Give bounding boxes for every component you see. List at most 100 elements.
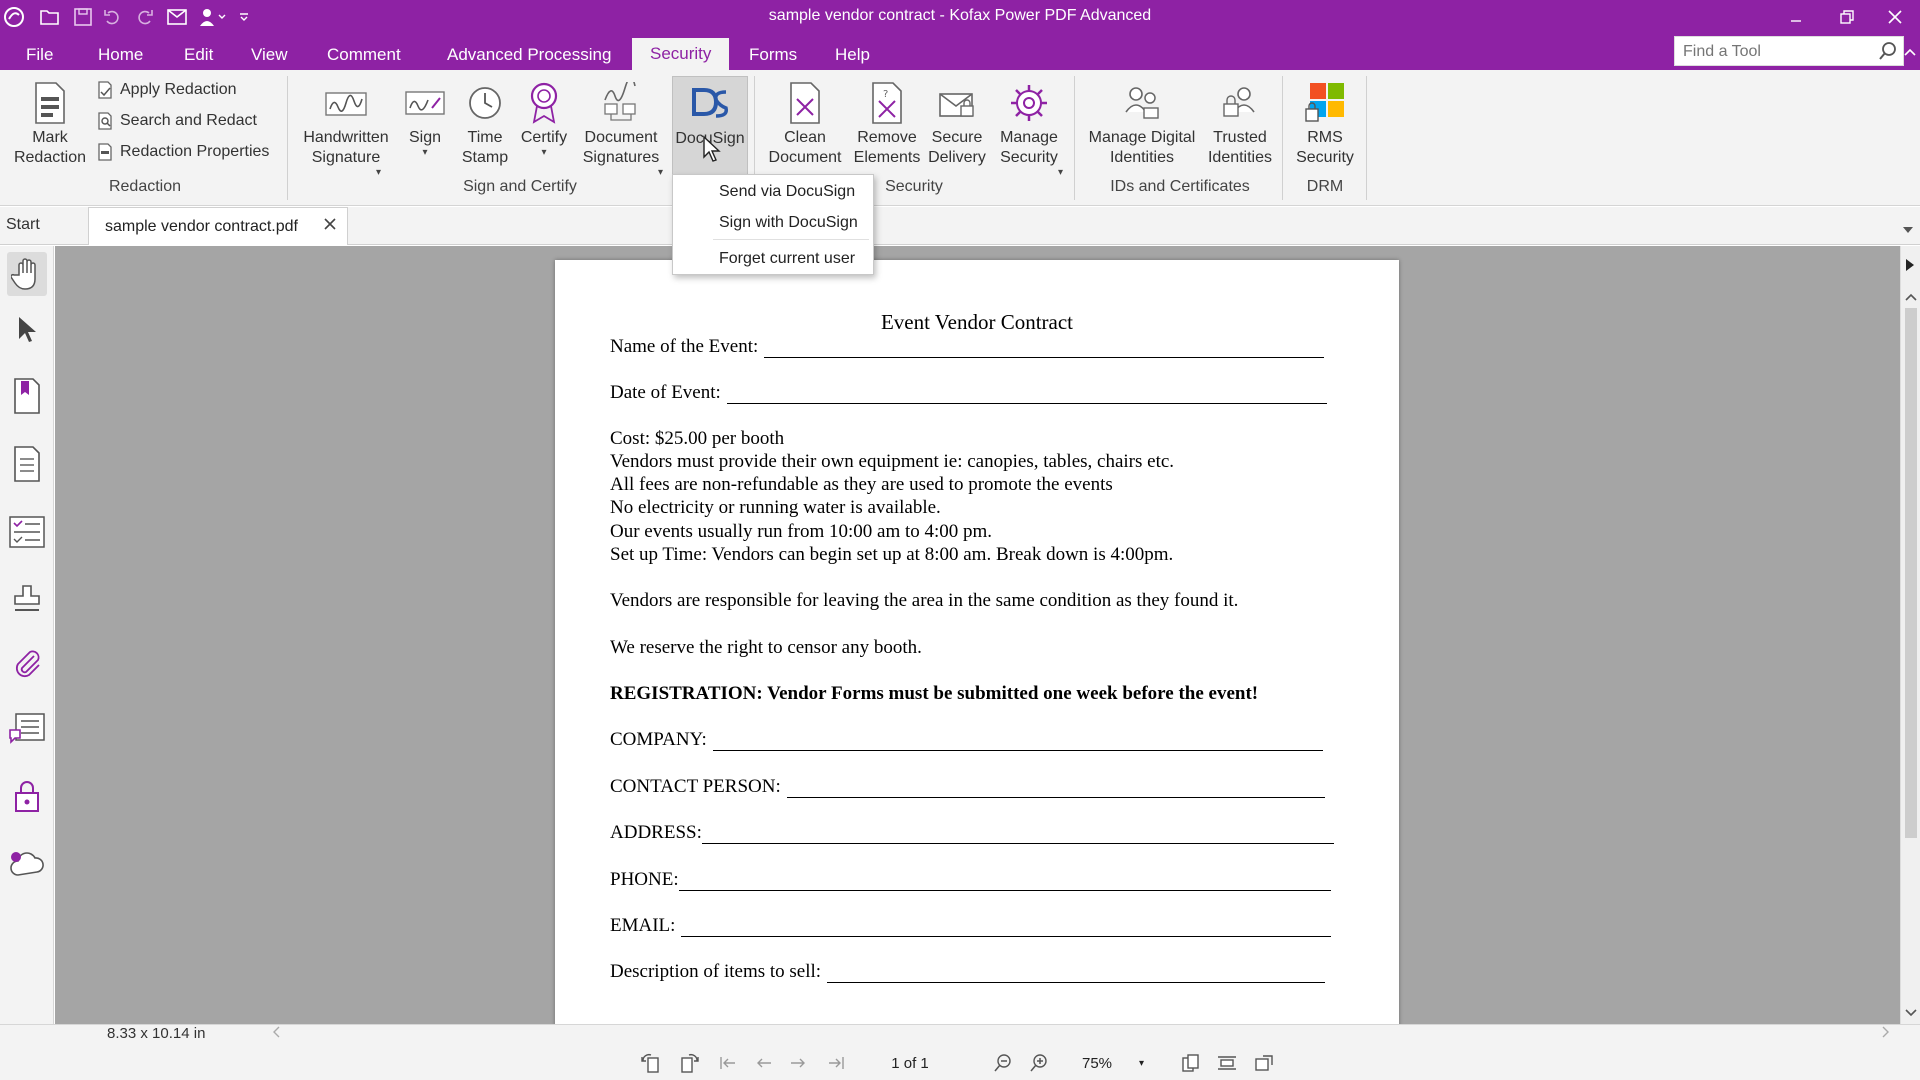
registration-text: REGISTRATION: Vendor Forms must be submi… xyxy=(610,683,1259,704)
lock-icon[interactable] xyxy=(7,774,47,818)
blank-line xyxy=(764,340,1325,358)
blank-line xyxy=(701,826,1334,844)
chevron-down-icon: ▾ xyxy=(541,147,547,158)
apply-redaction-button[interactable]: Apply Redaction xyxy=(96,78,237,102)
restore-button[interactable] xyxy=(1822,0,1872,34)
forms-list-icon[interactable] xyxy=(7,510,47,554)
previous-page-icon[interactable] xyxy=(750,1051,778,1075)
rotate-right-icon[interactable] xyxy=(675,1051,703,1075)
tab-sample-vendor-contract[interactable]: sample vendor contract.pdf xyxy=(88,207,348,245)
ribbon-separator xyxy=(1074,76,1075,200)
time-stamp-button[interactable]: Time Stamp xyxy=(458,78,512,168)
comments-icon[interactable] xyxy=(7,708,47,752)
zoom-out-icon[interactable] xyxy=(989,1051,1017,1075)
svg-text:?: ? xyxy=(883,89,888,100)
scrollbar-thumb[interactable] xyxy=(1905,308,1917,838)
blank-line xyxy=(712,733,1323,751)
sign-button[interactable]: Sign ▾ xyxy=(402,78,448,158)
group-label-ids-certificates: IDs and Certificates xyxy=(1110,178,1250,195)
rule-text: Our events usually run from 10:00 am to … xyxy=(610,521,993,542)
find-tool-input[interactable] xyxy=(1683,42,1873,62)
tab-start[interactable]: Start xyxy=(6,216,40,234)
trusted-identities-button[interactable]: Trusted Identities xyxy=(1206,78,1274,168)
continuous-view-icon[interactable] xyxy=(1213,1051,1241,1075)
certify-button[interactable]: Certify ▾ xyxy=(518,78,570,158)
first-page-icon[interactable] xyxy=(714,1051,742,1075)
manage-security-button[interactable]: Manage Security ▾ xyxy=(992,78,1066,178)
menu-item-send-via-docusign[interactable]: Send via DocuSign xyxy=(719,183,855,201)
menu-item-sign-with-docusign[interactable]: Sign with DocuSign xyxy=(719,214,858,232)
tab-home[interactable]: Home xyxy=(92,40,149,70)
stamp-icon[interactable] xyxy=(7,576,47,620)
remove-elements-button[interactable]: ? Remove Elements xyxy=(850,78,924,168)
tab-view[interactable]: View xyxy=(245,40,294,70)
search-and-redact-button[interactable]: Search and Redact xyxy=(96,109,257,133)
close-button[interactable] xyxy=(1870,0,1920,34)
tab-help[interactable]: Help xyxy=(829,40,876,70)
cost-text: Cost: $25.00 per booth xyxy=(610,428,785,449)
handwritten-signature-button[interactable]: Handwritten Signature ▾ xyxy=(296,78,396,178)
zoom-in-icon[interactable] xyxy=(1025,1051,1053,1075)
chevron-down-icon[interactable] xyxy=(1902,221,1914,239)
tab-edit[interactable]: Edit xyxy=(178,40,219,70)
date-of-event-field: Date of Event: xyxy=(610,382,1327,404)
cloud-icon[interactable] xyxy=(7,842,47,886)
zoom-level-select[interactable]: 75% ▾ xyxy=(1070,1051,1148,1077)
pages-icon[interactable] xyxy=(7,442,47,486)
select-arrow-icon[interactable] xyxy=(7,308,47,352)
group-label-redaction: Redaction xyxy=(108,178,182,195)
docusign-dropdown-menu: Send via DocuSign Sign with DocuSign For… xyxy=(672,174,874,275)
address-field: ADDRESS: xyxy=(610,822,1334,844)
tab-comment[interactable]: Comment xyxy=(321,40,407,70)
group-label-drm: DRM xyxy=(1306,178,1344,195)
blank-line xyxy=(726,386,1327,404)
secure-delivery-button[interactable]: Secure Delivery xyxy=(926,78,988,168)
search-icon[interactable] xyxy=(1878,41,1898,66)
tab-advanced-processing[interactable]: Advanced Processing xyxy=(441,40,617,70)
scroll-down-icon[interactable] xyxy=(1905,1004,1917,1022)
secure-delivery-icon xyxy=(926,78,988,128)
ribbon: Mark Redaction Apply Redaction Search an… xyxy=(0,70,1920,206)
last-page-icon[interactable] xyxy=(822,1051,850,1075)
scroll-left-icon[interactable] xyxy=(272,1025,280,1041)
collapse-ribbon-icon[interactable] xyxy=(1904,44,1916,62)
next-page-icon[interactable] xyxy=(784,1051,812,1075)
doc-tab-label: sample vendor contract.pdf xyxy=(105,218,298,235)
gear-icon xyxy=(992,78,1066,128)
redaction-properties-button[interactable]: Redaction Properties xyxy=(96,140,269,164)
rotate-left-icon[interactable] xyxy=(637,1051,665,1075)
manage-digital-identities-button[interactable]: Manage Digital Identities xyxy=(1082,78,1202,168)
fit-page-icon[interactable] xyxy=(1250,1051,1278,1075)
minimize-button[interactable] xyxy=(1771,0,1821,34)
responsibility-text: Vendors are responsible for leaving the … xyxy=(610,590,1239,611)
tab-security[interactable]: Security xyxy=(632,38,730,70)
vertical-scrollbar[interactable] xyxy=(1900,246,1920,1024)
document-viewer[interactable]: Event Vendor Contract Name of the Event:… xyxy=(55,246,1900,1024)
remove-elements-icon: ? xyxy=(850,78,924,128)
menu-bar: File Home Edit View Comment Advanced Pro… xyxy=(0,34,1920,70)
tab-forms[interactable]: Forms xyxy=(743,40,803,70)
tab-file[interactable]: File xyxy=(20,40,59,70)
rms-security-button[interactable]: RMS Security xyxy=(1290,78,1360,168)
scroll-right-icon[interactable] xyxy=(1882,1025,1890,1041)
page-number-field[interactable]: 1 of 1 xyxy=(862,1051,958,1077)
phone-field: PHONE: xyxy=(610,869,1331,891)
bookmarks-icon[interactable] xyxy=(7,374,47,418)
rule-text: Vendors must provide their own equipment… xyxy=(610,451,1175,472)
attachment-icon[interactable] xyxy=(7,642,47,686)
scroll-up-icon[interactable] xyxy=(1905,288,1917,306)
clean-document-button[interactable]: Clean Document xyxy=(762,78,848,168)
blank-line xyxy=(678,873,1331,891)
redaction-properties-icon xyxy=(98,143,112,161)
menu-item-forget-current-user[interactable]: Forget current user xyxy=(719,250,855,268)
ribbon-separator xyxy=(1366,76,1367,200)
mark-redaction-button[interactable]: Mark Redaction xyxy=(10,78,90,168)
close-icon[interactable] xyxy=(323,217,337,236)
blank-line xyxy=(827,965,1326,983)
single-page-view-icon[interactable] xyxy=(1177,1051,1205,1075)
panel-toggle-icon[interactable] xyxy=(1905,258,1915,277)
contact-person-field: CONTACT PERSON: xyxy=(610,776,1325,798)
hand-tool-icon[interactable] xyxy=(7,252,47,296)
document-signatures-button[interactable]: Document Signatures ▾ xyxy=(576,78,666,178)
ribbon-separator xyxy=(1282,76,1283,200)
